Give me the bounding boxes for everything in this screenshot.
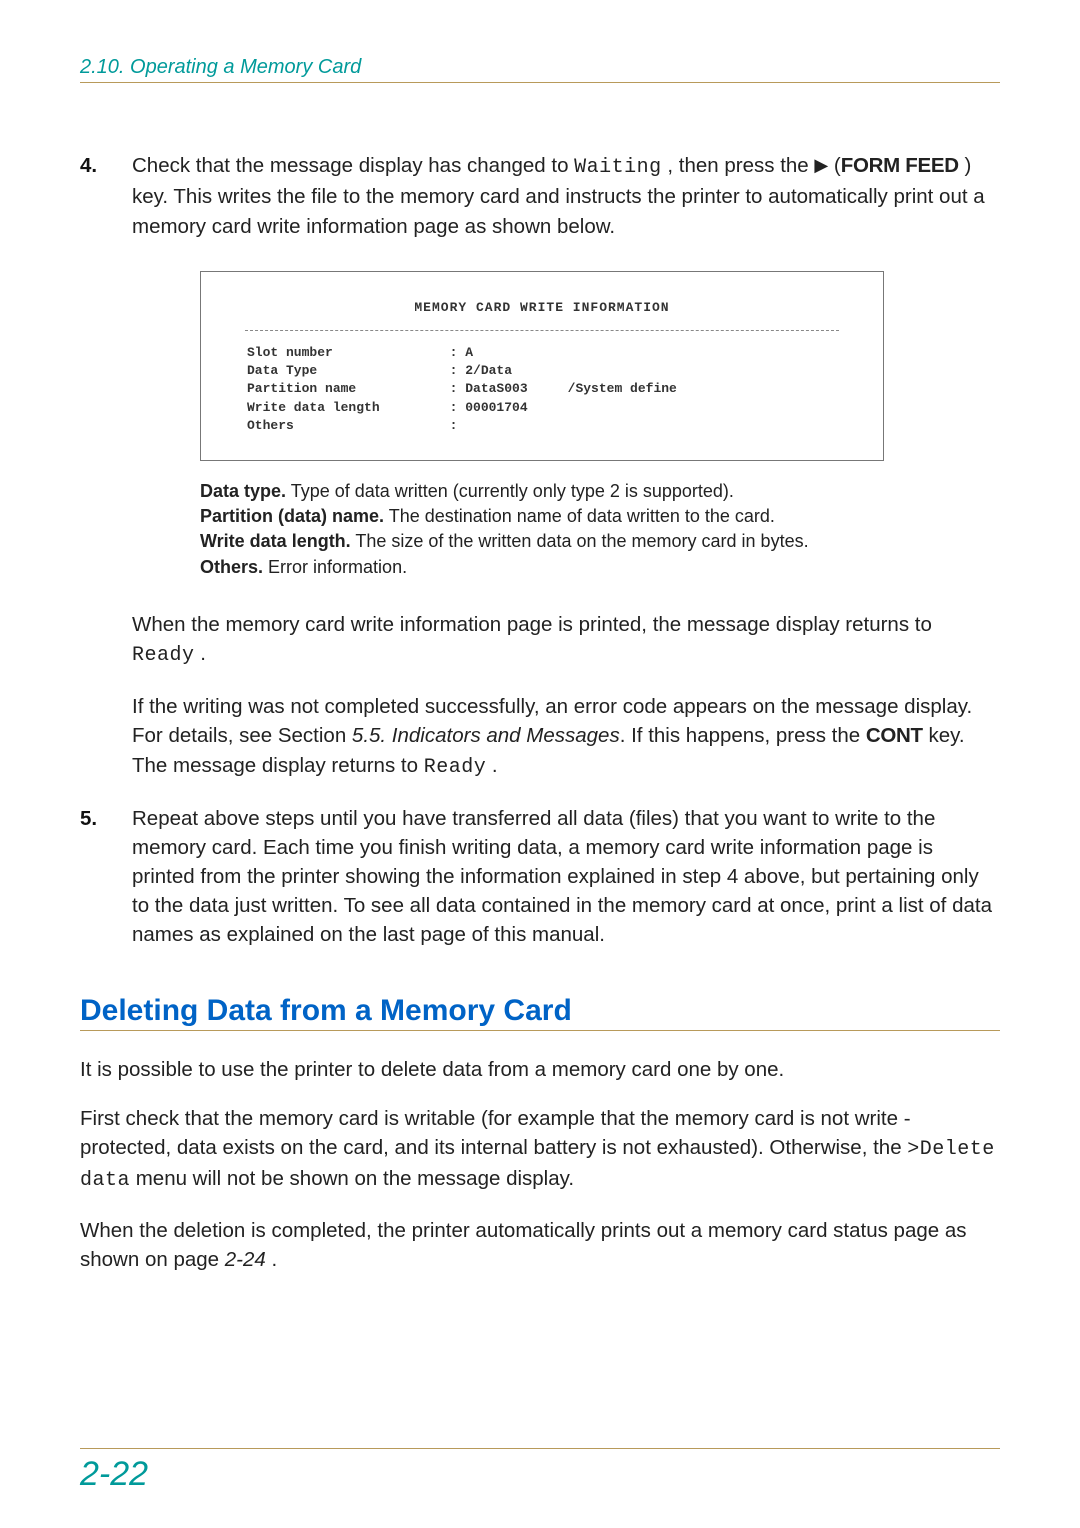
extra: [538, 400, 685, 416]
label: Partition name: [247, 381, 388, 397]
text: . If this happens, press the: [620, 724, 866, 747]
figure-table: Slot number: A Data Type: 2/Data Partiti…: [245, 343, 687, 436]
label: Slot number: [247, 345, 388, 361]
label: Data Type: [247, 363, 388, 379]
lcd-ready: Ready: [424, 756, 487, 779]
text: First check that the memory card is writ…: [80, 1107, 911, 1159]
step-body: Check that the message display has chang…: [132, 151, 1000, 241]
legend-def: Error information.: [263, 557, 407, 577]
form-feed-key: FORM FEED: [841, 154, 959, 177]
figure-legend: Data type. Type of data written (current…: [200, 479, 880, 580]
table-row: Others:: [247, 418, 685, 434]
text: .: [486, 754, 497, 777]
value: :: [390, 418, 536, 434]
text: When the memory card write information p…: [132, 613, 932, 636]
figure-title: MEMORY CARD WRITE INFORMATION: [245, 300, 839, 316]
legend-def: Type of data written (currently only typ…: [286, 481, 734, 501]
step-5: 5. Repeat above steps until you have tra…: [80, 804, 1000, 950]
page-footer: 2-22: [80, 1448, 1000, 1494]
text: , then press the: [662, 154, 815, 177]
step-body: Repeat above steps until you have transf…: [132, 804, 1000, 950]
page-content: 4. Check that the message display has ch…: [80, 151, 1000, 1274]
text: menu will not be shown on the message di…: [130, 1167, 574, 1190]
section-heading: Deleting Data from a Memory Card: [80, 994, 1000, 1031]
legend-def: The size of the written data on the memo…: [351, 531, 809, 551]
divider: [245, 330, 839, 331]
paragraph: It is possible to use the printer to del…: [80, 1055, 1000, 1084]
text: When the deletion is completed, the prin…: [80, 1219, 967, 1271]
legend-term: Others.: [200, 557, 263, 577]
table-row: Slot number: A: [247, 345, 685, 361]
paragraph: When the deletion is completed, the prin…: [80, 1216, 1000, 1274]
info-page-figure: MEMORY CARD WRITE INFORMATION Slot numbe…: [200, 271, 884, 462]
step-number: 4.: [80, 151, 132, 241]
paragraph: When the memory card write information p…: [132, 610, 1000, 671]
value: : DataS003: [390, 381, 536, 397]
legend-term: Partition (data) name.: [200, 506, 384, 526]
step-number: 5.: [80, 804, 132, 950]
value: : A: [390, 345, 536, 361]
label: Others: [247, 418, 388, 434]
legend-term: Write data length.: [200, 531, 351, 551]
legend-def: The destination name of data written to …: [384, 506, 775, 526]
cross-reference: 5.5. Indicators and Messages: [352, 724, 620, 747]
table-row: Write data length: 00001704: [247, 400, 685, 416]
text: Check that the message display has chang…: [132, 154, 574, 177]
lcd-waiting: Waiting: [574, 156, 662, 179]
paragraph: If the writing was not completed success…: [132, 692, 1000, 782]
extra: /System define: [538, 381, 685, 397]
play-icon: ▶: [814, 155, 828, 175]
text: (: [828, 154, 841, 177]
cont-key: CONT: [866, 724, 923, 747]
value: : 2/Data: [390, 363, 536, 379]
lcd-ready: Ready: [132, 644, 195, 667]
text: .: [195, 642, 206, 665]
page-number: 2-22: [80, 1455, 1000, 1494]
running-header: 2.10. Operating a Memory Card: [80, 56, 1000, 83]
table-row: Partition name: DataS003/System define: [247, 381, 685, 397]
table-row: Data Type: 2/Data: [247, 363, 685, 379]
extra: [538, 418, 685, 434]
text: .: [266, 1248, 277, 1271]
legend-term: Data type.: [200, 481, 286, 501]
extra: [538, 345, 685, 361]
paragraph: First check that the memory card is writ…: [80, 1104, 1000, 1196]
extra: [538, 363, 685, 379]
step-4: 4. Check that the message display has ch…: [80, 151, 1000, 241]
value: : 00001704: [390, 400, 536, 416]
page-reference: 2-24: [225, 1248, 266, 1271]
label: Write data length: [247, 400, 388, 416]
